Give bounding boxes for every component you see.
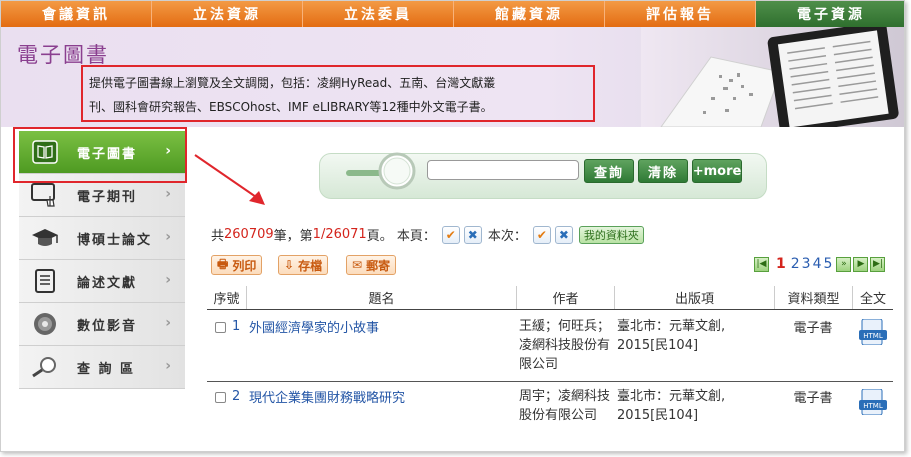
next-page-icon[interactable]: ▶ xyxy=(853,256,869,272)
html-label: HTML xyxy=(863,332,883,340)
page-link-5[interactable]: 5 xyxy=(824,256,833,272)
header-fulltext: 全文 xyxy=(859,292,886,307)
nav-item-e-resources[interactable]: 電子資源 xyxy=(756,1,904,27)
row-number: 2 xyxy=(232,389,241,404)
graduation-cap-icon xyxy=(25,222,65,254)
row-type: 電子書 xyxy=(793,321,833,336)
deselect-all-x-icon[interactable]: ✖ xyxy=(554,225,573,244)
row-number-cell: 2 xyxy=(207,383,247,449)
html-fulltext-icon[interactable]: HTML xyxy=(853,383,893,449)
pagination: |◀ 1 2 3 4 5 » ▶ ▶| xyxy=(753,256,886,272)
save-label: 存檔 xyxy=(298,258,323,273)
mail-label: 郵寄 xyxy=(366,258,391,273)
result-suffix: 頁。 本頁： xyxy=(366,229,436,244)
row-checkbox[interactable] xyxy=(215,322,226,333)
sidebar-item-label: 博碩士論文 xyxy=(77,232,153,248)
header-publisher[interactable]: 出版項 xyxy=(615,286,775,309)
magnifier-icon xyxy=(25,351,65,383)
select-all-checkmark-icon[interactable]: ✔ xyxy=(532,225,551,244)
header-number[interactable]: 序號 xyxy=(207,286,247,309)
row-type: 電子書 xyxy=(793,391,833,406)
sidebar-item-search-area[interactable]: 查 詢 區 › xyxy=(19,346,185,389)
more-button[interactable]: +more xyxy=(692,159,742,183)
save-button[interactable]: ⇩ 存檔 xyxy=(278,255,329,275)
chevron-right-icon: › xyxy=(165,358,171,374)
description-line-1: 提供電子圖書線上瀏覽及全文調閱，包括：凌網HyRead、五南、台灣文獻叢 xyxy=(89,76,496,90)
html-fulltext-icon[interactable]: HTML xyxy=(853,313,893,379)
search-icon xyxy=(346,152,416,190)
results-table-header: 序號 題名 作者 出版項 資料類型 全文 xyxy=(207,286,893,310)
row-checkbox[interactable] xyxy=(215,392,226,403)
chevron-right-icon: › xyxy=(165,315,171,331)
result-prefix: 共 xyxy=(211,229,225,244)
result-summary: 共 260709 筆，第 1/26071 頁。 本頁： ✔ ✖ 本次： ✔ ✖ … xyxy=(211,225,644,244)
table-row: 2 現代企業集團財務戰略研究 周宇；凌網科技股份有限公司 臺北市：元華文創, 2… xyxy=(207,383,893,449)
print-label: 列印 xyxy=(232,258,257,273)
last-page-icon[interactable]: ▶| xyxy=(870,256,886,272)
row-number: 1 xyxy=(232,319,241,334)
row-title-link[interactable]: 外國經濟學家的小故事 xyxy=(247,313,515,379)
clear-button[interactable]: 清除 xyxy=(638,159,688,183)
nav-item-conference[interactable]: 會議資訊 xyxy=(1,1,152,27)
table-row: 1 外國經濟學家的小故事 王緩；何旺兵；凌網科技股份有限公司 臺北市：元華文創,… xyxy=(207,313,893,379)
envelope-icon: ✉ xyxy=(352,258,363,272)
printer-icon: 🖶 xyxy=(217,256,229,271)
sidebar-item-theses[interactable]: 博碩士論文 › xyxy=(19,217,185,260)
nav-item-reports[interactable]: 評估報告 xyxy=(605,1,756,27)
my-folder-button[interactable]: 我的資料夾 xyxy=(578,225,644,244)
this-time-label: 本次： xyxy=(487,229,527,244)
sidebar-item-media[interactable]: 數位影音 › xyxy=(19,303,185,346)
banner: 電子圖書 提供電子圖書線上瀏覽及全文調閱，包括：凌網HyRead、五南、台灣文獻… xyxy=(1,27,904,127)
disc-icon xyxy=(25,308,65,340)
header-title[interactable]: 題名 xyxy=(247,286,517,309)
top-nav: 會議資訊 立法資源 立法委員 館藏資源 評估報告 電子資源 xyxy=(1,1,904,27)
monitor-hand-icon xyxy=(25,179,65,211)
save-icon: ⇩ xyxy=(284,258,295,272)
chevron-right-icon: › xyxy=(165,229,171,245)
row-separator xyxy=(207,381,893,382)
row-title-link[interactable]: 現代企業集團財務戰略研究 xyxy=(247,383,515,449)
annotation-arrow xyxy=(194,154,265,205)
sidebar-item-label: 數位影音 xyxy=(77,318,138,334)
sidebar-item-label: 論述文獻 xyxy=(77,275,138,291)
row-author: 周宇；凌網科技股份有限公司 xyxy=(519,389,611,423)
print-button[interactable]: 🖶 列印 xyxy=(211,255,263,275)
active-item-highlight xyxy=(13,127,187,183)
page-link-2[interactable]: 2 xyxy=(791,256,800,272)
next-pages-icon[interactable]: » xyxy=(836,256,852,272)
sidebar-item-label: 查 詢 區 xyxy=(77,361,136,377)
description-line-2: 刊、國科會研究報告、EBSCOhost、IMF eLIBRARY等12種中外文電… xyxy=(89,100,493,114)
nav-item-collections[interactable]: 館藏資源 xyxy=(454,1,605,27)
chevron-right-icon: › xyxy=(165,272,171,288)
result-mid: 筆，第 xyxy=(273,229,313,244)
select-page-checkmark-icon[interactable]: ✔ xyxy=(441,225,460,244)
description-box: 提供電子圖書線上瀏覽及全文調閱，包括：凌網HyRead、五南、台灣文獻叢 刊、國… xyxy=(81,65,595,122)
mail-button[interactable]: ✉ 郵寄 xyxy=(346,255,397,275)
nav-item-legislation[interactable]: 立法資源 xyxy=(152,1,303,27)
sidebar-item-label: 電子期刊 xyxy=(77,189,138,205)
page-link-1[interactable]: 1 xyxy=(776,256,786,272)
row-number-cell: 1 xyxy=(207,313,247,379)
row-author: 王緩；何旺兵；凌網科技股份有限公司 xyxy=(519,319,611,372)
header-type[interactable]: 資料類型 xyxy=(775,286,853,309)
ebook-reader-illustration xyxy=(641,27,904,127)
chevron-right-icon: › xyxy=(165,186,171,202)
page-link-3[interactable]: 3 xyxy=(802,256,811,272)
page-link-4[interactable]: 4 xyxy=(813,256,822,272)
deselect-page-x-icon[interactable]: ✖ xyxy=(463,225,482,244)
result-total: 260709 xyxy=(224,227,274,242)
html-label: HTML xyxy=(863,402,883,410)
row-publisher: 臺北市：元華文創, 2015[民104] xyxy=(617,389,726,423)
result-page: 1/26071 xyxy=(312,227,367,242)
header-author[interactable]: 作者 xyxy=(517,286,615,309)
row-publisher: 臺北市：元華文創, 2015[民104] xyxy=(617,319,726,353)
first-page-icon[interactable]: |◀ xyxy=(754,256,769,272)
search-input[interactable] xyxy=(427,160,579,180)
nav-item-legislators[interactable]: 立法委員 xyxy=(303,1,454,27)
document-icon xyxy=(25,265,65,297)
search-button[interactable]: 查詢 xyxy=(584,159,634,183)
page-frame: 會議資訊 立法資源 立法委員 館藏資源 評估報告 電子資源 電子圖書 提供電子圖… xyxy=(0,0,905,452)
sidebar-item-literature[interactable]: 論述文獻 › xyxy=(19,260,185,303)
